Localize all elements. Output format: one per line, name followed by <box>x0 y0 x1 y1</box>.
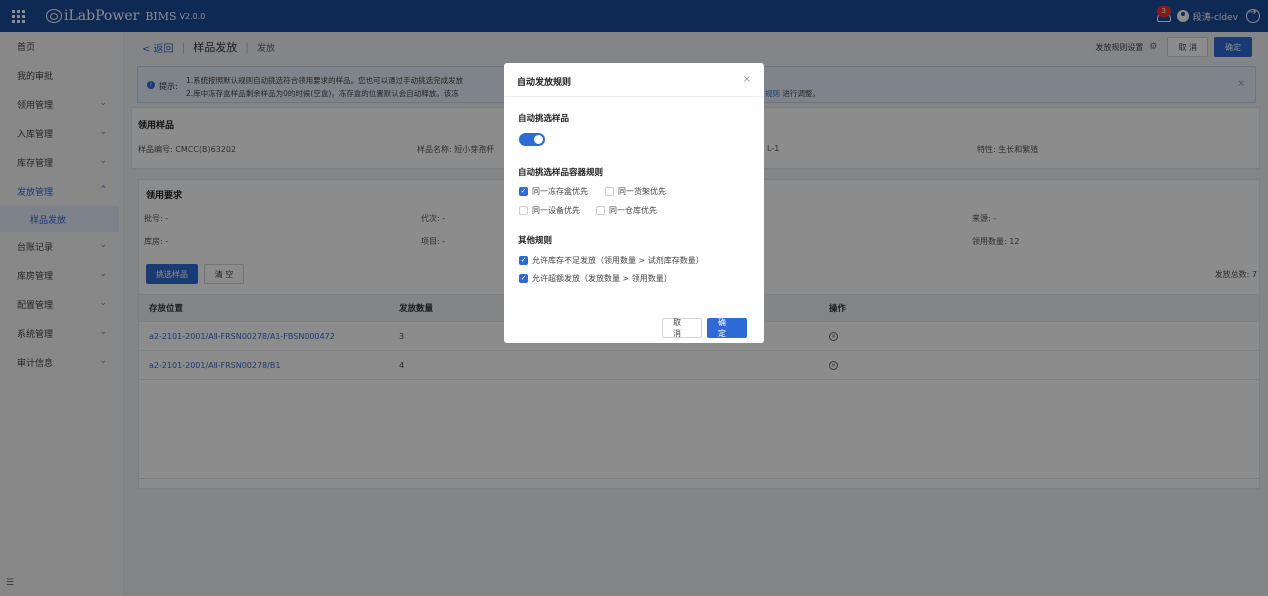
modal-header: 自动发放规则 × <box>504 63 764 97</box>
rule-same-warehouse-checkbox[interactable]: 同一仓库优先 <box>596 205 657 216</box>
modal-footer: 取 消 确 定 <box>504 309 764 343</box>
rule-same-device-checkbox[interactable]: 同一设备优先 <box>519 205 580 216</box>
allow-over-distribution-checkbox[interactable]: ✓ 允许超额发放（发放数量 > 领用数量） <box>519 273 672 284</box>
checkbox-checked-icon: ✓ <box>519 187 528 196</box>
auto-distribution-rules-dialog: 自动发放规则 × 自动挑选样品 自动挑选样品容器规则 ✓ 同一冻存盒优先 同一货架… <box>504 63 764 343</box>
checkbox-label: 同一冻存盒优先 <box>532 187 588 196</box>
auto-pick-toggle[interactable] <box>519 133 545 146</box>
close-icon[interactable]: × <box>743 74 751 85</box>
checkbox-unchecked-icon <box>605 187 614 196</box>
modal-confirm-button[interactable]: 确 定 <box>707 318 747 338</box>
checkbox-label: 同一仓库优先 <box>609 206 657 215</box>
checkbox-unchecked-icon <box>519 206 528 215</box>
checkbox-label: 同一货架优先 <box>618 187 666 196</box>
allow-insufficient-stock-checkbox[interactable]: ✓ 允许库存不足发放（领用数量 > 试剂库存数量） <box>519 255 704 266</box>
auto-pick-title: 自动挑选样品 <box>518 114 570 124</box>
modal-cancel-button[interactable]: 取 消 <box>662 318 702 338</box>
checkbox-checked-icon: ✓ <box>519 256 528 265</box>
rule-same-shelf-checkbox[interactable]: 同一货架优先 <box>605 186 666 197</box>
modal-title: 自动发放规则 <box>517 78 572 88</box>
container-rule-title: 自动挑选样品容器规则 <box>518 168 604 178</box>
rule-same-freezer-box-checkbox[interactable]: ✓ 同一冻存盒优先 <box>519 186 588 197</box>
checkbox-checked-icon: ✓ <box>519 274 528 283</box>
checkbox-label: 同一设备优先 <box>532 206 580 215</box>
checkbox-label: 允许超额发放（发放数量 > 领用数量） <box>532 274 672 283</box>
checkbox-label: 允许库存不足发放（领用数量 > 试剂库存数量） <box>532 256 704 265</box>
checkbox-unchecked-icon <box>596 206 605 215</box>
other-rules-title: 其他规则 <box>518 236 553 246</box>
